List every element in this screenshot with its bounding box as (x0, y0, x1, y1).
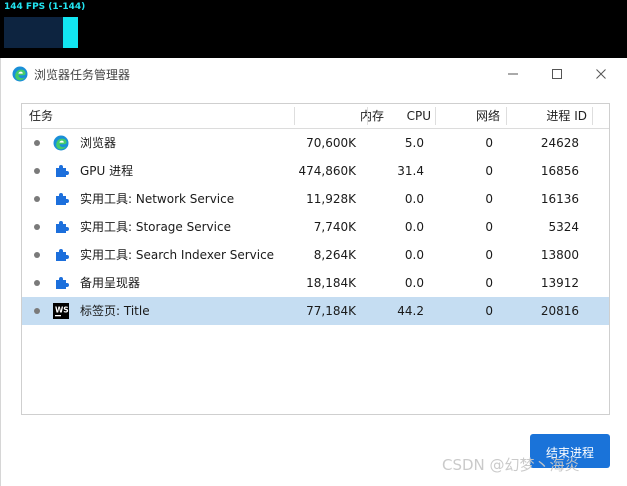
window-title: 浏览器任务管理器 (34, 68, 131, 82)
svg-text:WS: WS (55, 306, 69, 315)
task-name: 实用工具: Network Service (80, 192, 235, 206)
network-value: 0 (485, 248, 493, 262)
pid-value: 16136 (540, 192, 579, 206)
table-row[interactable]: 实用工具: Search Indexer Service 8,264K 0.0 … (22, 241, 609, 269)
fps-graph-bar (63, 17, 78, 48)
edge-icon (12, 66, 28, 82)
task-name: 备用呈现器 (80, 276, 141, 290)
status-dot (34, 308, 40, 314)
network-value: 0 (485, 276, 493, 290)
cpu-value: 44.2 (397, 304, 424, 318)
status-dot (34, 224, 40, 230)
pid-value: 13800 (540, 248, 579, 262)
column-header-task[interactable]: 任务 (29, 104, 53, 128)
status-dot (34, 252, 40, 258)
table-header: 任务 内存 CPU 网络 进程 ID (22, 104, 609, 129)
cpu-value: 0.0 (404, 220, 424, 234)
process-table: 任务 内存 CPU 网络 进程 ID 浏览器 70,600K 5.0 0 246… (21, 103, 610, 415)
cpu-value: 0.0 (404, 192, 424, 206)
table-row[interactable]: 浏览器 70,600K 5.0 0 24628 (22, 129, 609, 157)
column-divider[interactable] (506, 107, 507, 125)
network-value: 0 (485, 136, 493, 150)
column-divider[interactable] (592, 107, 593, 125)
column-header-memory[interactable]: 内存 (360, 104, 384, 128)
minimize-button[interactable] (491, 58, 535, 90)
cpu-value: 31.4 (397, 164, 424, 178)
puzzle-icon (56, 277, 69, 289)
cpu-value: 0.0 (404, 276, 424, 290)
maximize-icon (552, 69, 562, 79)
fps-graph (4, 17, 64, 48)
cpu-value: 5.0 (404, 136, 424, 150)
memory-value: 474,860K (298, 164, 357, 178)
column-header-pid[interactable]: 进程 ID (546, 104, 587, 128)
column-header-network[interactable]: 网络 (476, 104, 500, 128)
task-manager-window: 浏览器任务管理器 任务 内存 CPU 网络 进程 ID 浏览器 70,600K … (0, 58, 627, 486)
column-divider[interactable] (294, 107, 295, 125)
table-row[interactable]: 实用工具: Network Service 11,928K 0.0 0 1613… (22, 185, 609, 213)
table-row[interactable]: 实用工具: Storage Service 7,740K 0.0 0 5324 (22, 213, 609, 241)
fps-overlay-area: 144 FPS (1-144) (0, 0, 627, 58)
task-name: 标签页: Title (80, 304, 150, 318)
memory-value: 77,184K (306, 304, 356, 318)
pid-value: 13912 (540, 276, 579, 290)
column-divider[interactable] (435, 107, 436, 125)
memory-value: 11,928K (306, 192, 356, 206)
column-divider[interactable] (367, 107, 368, 125)
table-row-selected[interactable]: WS 标签页: Title 77,184K 44.2 0 20816 (22, 297, 609, 325)
webstorm-icon: WS (53, 303, 69, 319)
puzzle-icon (56, 165, 69, 177)
network-value: 0 (485, 304, 493, 318)
network-value: 0 (485, 220, 493, 234)
table-row[interactable]: 备用呈现器 18,184K 0.0 0 13912 (22, 269, 609, 297)
cpu-value: 0.0 (404, 248, 424, 262)
close-icon (596, 69, 606, 79)
memory-value: 8,264K (313, 248, 356, 262)
puzzle-icon (56, 249, 69, 261)
maximize-button[interactable] (535, 58, 579, 90)
edge-icon (53, 135, 69, 151)
pid-value: 20816 (540, 304, 579, 318)
puzzle-icon (56, 193, 69, 205)
status-dot (34, 168, 40, 174)
memory-value: 18,184K (306, 276, 356, 290)
fps-counter: 144 FPS (1-144) (4, 2, 86, 12)
pid-value: 24628 (540, 136, 579, 150)
network-value: 0 (485, 192, 493, 206)
status-dot (34, 196, 40, 202)
status-dot (34, 280, 40, 286)
memory-value: 7,740K (313, 220, 356, 234)
task-name: 实用工具: Search Indexer Service (80, 248, 275, 262)
puzzle-icon (56, 221, 69, 233)
status-dot (34, 140, 40, 146)
network-value: 0 (485, 164, 493, 178)
task-name: 浏览器 (80, 136, 117, 150)
memory-value: 70,600K (306, 136, 356, 150)
column-header-cpu[interactable]: CPU (407, 104, 431, 128)
minimize-icon (508, 73, 518, 75)
close-button[interactable] (579, 58, 623, 90)
pid-value: 16856 (540, 164, 579, 178)
task-name: 实用工具: Storage Service (80, 220, 231, 234)
watermark: CSDN @幻梦丶海炎 (442, 456, 580, 474)
title-bar[interactable]: 浏览器任务管理器 (1, 58, 627, 90)
table-row[interactable]: GPU 进程 474,860K 31.4 0 16856 (22, 157, 609, 185)
pid-value: 5324 (548, 220, 579, 234)
task-name: GPU 进程 (80, 164, 134, 178)
